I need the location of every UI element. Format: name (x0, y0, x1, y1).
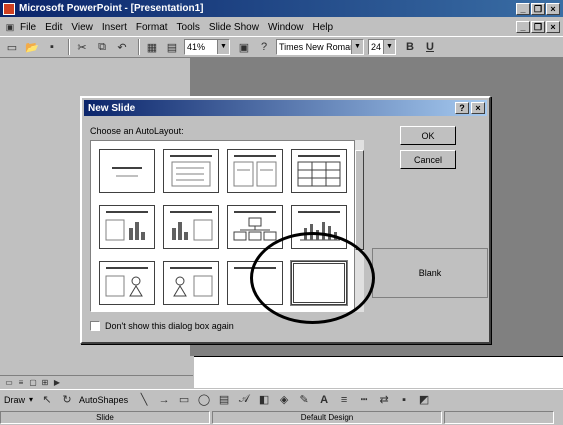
chevron-down-icon: ▼ (217, 40, 229, 54)
powerpoint-icon (3, 2, 15, 15)
undo-icon[interactable]: ↶ (114, 39, 130, 55)
shadow-icon[interactable]: ▪ (396, 392, 412, 408)
menu-help[interactable]: Help (313, 22, 334, 33)
preview-label: Blank (418, 268, 442, 278)
save-icon[interactable]: ▪ (44, 39, 60, 55)
layout-clip-art-and-text[interactable] (163, 261, 219, 305)
select-arrow-icon[interactable]: ↖ (39, 392, 55, 408)
dont-show-label: Don't show this dialog box again (105, 321, 234, 331)
cancel-button[interactable]: Cancel (400, 150, 456, 169)
menu-view[interactable]: View (71, 22, 93, 33)
clipart-icon[interactable]: ◧ (256, 392, 272, 408)
toolbar-separator (68, 39, 70, 55)
menu-window[interactable]: Window (268, 22, 304, 33)
fill-color-icon[interactable]: ◈ (276, 392, 292, 408)
layout-bulleted-list[interactable] (163, 149, 219, 193)
font-color-icon[interactable]: A (316, 392, 332, 408)
bold-button[interactable]: B (402, 39, 418, 55)
doc-restore-button[interactable]: ❐ (531, 21, 545, 33)
doc-minimize-button[interactable]: _ (516, 21, 530, 33)
line-style-icon[interactable]: ≡ (336, 392, 352, 408)
layout-title-slide[interactable] (99, 149, 155, 193)
menu-edit[interactable]: Edit (45, 22, 62, 33)
document-icon[interactable]: ▣ (4, 19, 16, 35)
draw-menu[interactable]: Draw (4, 395, 25, 405)
slide-show-icon[interactable]: ▶ (52, 378, 62, 388)
close-button[interactable]: × (546, 2, 560, 15)
menu-file[interactable]: File (20, 22, 36, 33)
copy-icon[interactable]: ⧉ (94, 39, 110, 55)
ok-button[interactable]: OK (400, 126, 456, 145)
dont-show-option[interactable]: Don't show this dialog box again (90, 321, 234, 331)
menu-slide-show[interactable]: Slide Show (209, 22, 259, 33)
drawing-toolbar: Draw ▾ ↖ ↻ AutoShapes ╲ → ▭ ◯ ▤ 𝒜 ◧ ◈ ✎ … (0, 389, 563, 409)
zoom-value: 41% (187, 42, 206, 52)
help-icon[interactable]: ? (256, 39, 272, 55)
dialog-title-bar: New Slide ? × (84, 100, 487, 116)
standard-toolbar: ▭ 📂 ▪ ✂ ⧉ ↶ ▦ ▤ 41% ▼ ▣ ? Times New Roma… (0, 36, 563, 58)
chevron-down-icon: ▾ (29, 395, 34, 404)
dialog-help-button[interactable]: ? (455, 102, 469, 114)
menu-insert[interactable]: Insert (102, 22, 127, 33)
highlight-circle (250, 232, 375, 324)
underline-button[interactable]: U (422, 39, 438, 55)
status-design: Default Design (212, 411, 442, 424)
toolbar-separator (138, 39, 140, 55)
slide-view-icon[interactable]: ▢ (28, 378, 38, 388)
cut-icon[interactable]: ✂ (74, 39, 90, 55)
font-select[interactable]: Times New Roman ▼ (276, 39, 364, 55)
layout-text-and-chart[interactable] (99, 205, 155, 249)
view-buttons: ▭ ≡ ▢ ⊞ ▶ (0, 375, 193, 389)
font-size-value: 24 (371, 42, 382, 52)
notes-pane[interactable] (194, 356, 563, 388)
title-bar: Microsoft PowerPoint - [Presentation1] _… (0, 0, 563, 17)
new-icon[interactable]: ▭ (4, 39, 20, 55)
status-slide: Slide (0, 411, 210, 424)
menu-tools[interactable]: Tools (177, 22, 200, 33)
open-icon[interactable]: 📂 (24, 39, 40, 55)
font-value: Times New Roman (279, 42, 356, 52)
oval-icon[interactable]: ◯ (196, 392, 212, 408)
slide-sorter-icon[interactable]: ⊞ (40, 378, 50, 388)
layout-text-and-clip-art[interactable] (99, 261, 155, 305)
scrollbar-thumb[interactable] (355, 150, 364, 250)
dialog-close-button[interactable]: × (471, 102, 485, 114)
layout-two-column-text[interactable] (227, 149, 283, 193)
layout-chart-and-text[interactable] (163, 205, 219, 249)
insert-chart-icon[interactable]: ▦ (144, 39, 160, 55)
autoshapes-menu[interactable]: AutoShapes (79, 395, 128, 405)
formatting-toggle-icon[interactable]: ▣ (236, 39, 252, 55)
window-title: Microsoft PowerPoint - [Presentation1] (19, 3, 204, 14)
status-spare (444, 411, 554, 424)
chevron-down-icon: ▼ (351, 40, 363, 54)
textbox-icon[interactable]: ▤ (216, 392, 232, 408)
menu-bar: ▣ File Edit View Insert Format Tools Sli… (0, 18, 563, 36)
minimize-button[interactable]: _ (516, 2, 530, 15)
layout-table[interactable] (291, 149, 347, 193)
dialog-title: New Slide (88, 102, 136, 114)
dont-show-checkbox[interactable] (90, 321, 100, 331)
wordart-icon[interactable]: 𝒜 (236, 392, 252, 408)
arrow-icon[interactable]: → (156, 392, 172, 408)
rotate-icon[interactable]: ↻ (59, 392, 75, 408)
line-color-icon[interactable]: ✎ (296, 392, 312, 408)
outline-view-icon[interactable]: ≡ (16, 378, 26, 388)
autolayout-label: Choose an AutoLayout: (90, 126, 184, 136)
dash-style-icon[interactable]: ┅ (356, 392, 372, 408)
insert-table-icon[interactable]: ▤ (164, 39, 180, 55)
3d-icon[interactable]: ◩ (416, 392, 432, 408)
layout-preview: Blank (372, 248, 488, 298)
status-bar: Slide Default Design (0, 410, 563, 425)
arrow-style-icon[interactable]: ⇄ (376, 392, 392, 408)
line-icon[interactable]: ╲ (136, 392, 152, 408)
doc-close-button[interactable]: × (546, 21, 560, 33)
font-size-select[interactable]: 24 ▼ (368, 39, 396, 55)
zoom-select[interactable]: 41% ▼ (184, 39, 230, 55)
restore-button[interactable]: ❐ (531, 2, 545, 15)
menu-format[interactable]: Format (136, 22, 168, 33)
normal-view-icon[interactable]: ▭ (4, 378, 14, 388)
rectangle-icon[interactable]: ▭ (176, 392, 192, 408)
chevron-down-icon: ▼ (383, 40, 395, 54)
